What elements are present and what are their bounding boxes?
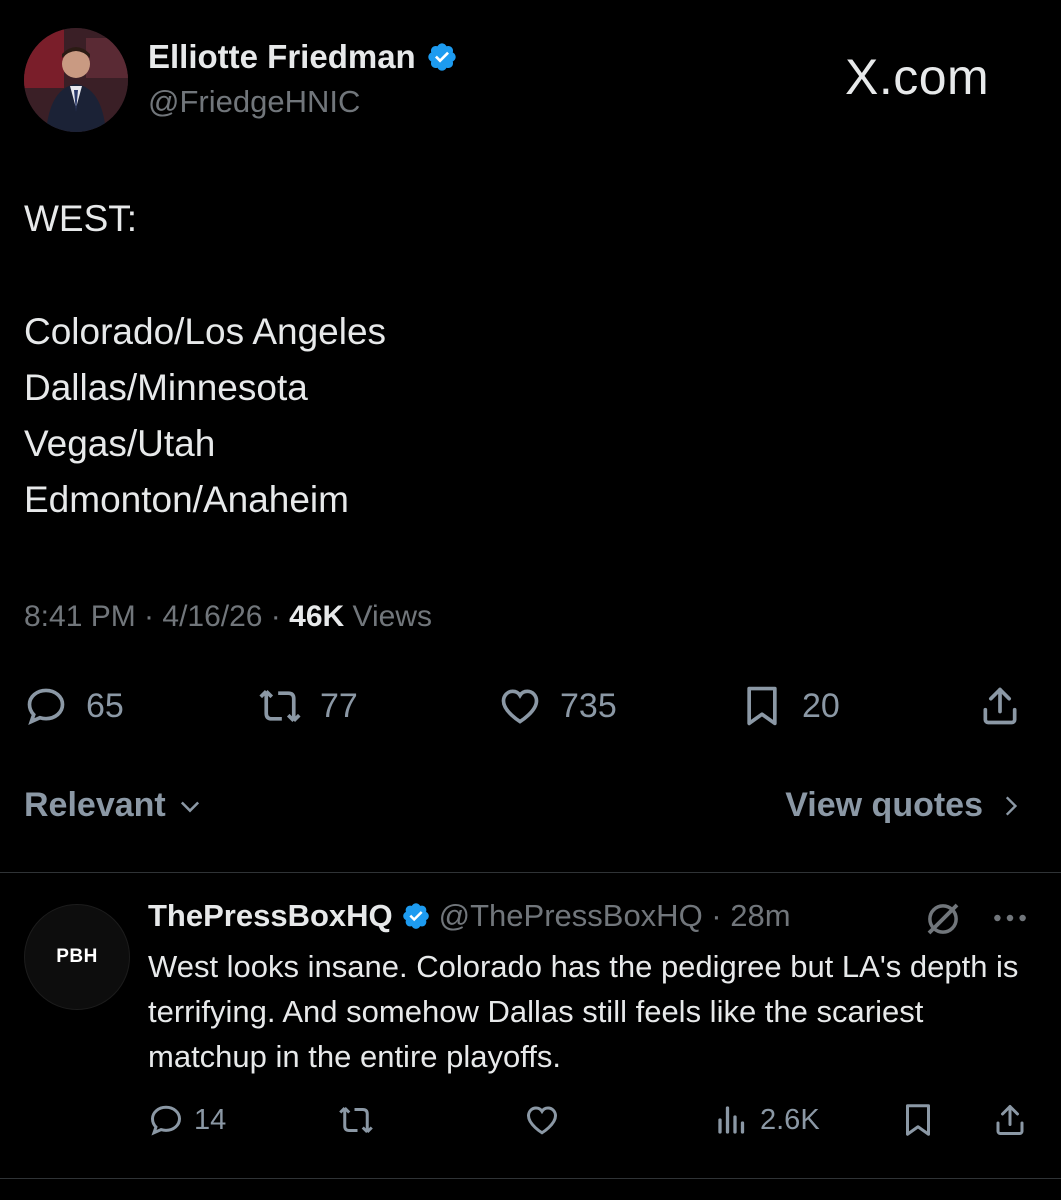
bookmark-icon <box>747 686 777 726</box>
like-icon <box>526 1106 558 1135</box>
repost-button[interactable]: 77 <box>258 680 358 732</box>
reply-avatar-text: PBH <box>56 946 98 967</box>
reply-icon <box>150 1105 182 1136</box>
divider <box>0 872 1061 873</box>
bookmark-icon <box>906 1104 930 1136</box>
reply-reply-count: 14 <box>194 1103 227 1136</box>
verified-badge-icon <box>402 903 429 929</box>
reply-views-count: 2.6K <box>760 1103 820 1136</box>
repost-count: 77 <box>320 686 358 725</box>
sort-dropdown[interactable]: Relevant <box>24 786 204 825</box>
share-icon <box>996 1105 1024 1135</box>
repost-icon <box>259 690 301 722</box>
tweet-meta: 8:41 PM · 4/16/26 · 46K Views <box>24 600 432 634</box>
reply-header: ThePressBoxHQ @ThePressBoxHQ · 28m <box>148 898 791 934</box>
reply-views-button[interactable]: 2.6K <box>714 1098 820 1142</box>
reply-button[interactable]: 65 <box>24 680 124 732</box>
tweet-timestamp[interactable]: 8:41 PM · 4/16/26 · <box>24 600 289 633</box>
verified-badge-icon <box>428 43 456 71</box>
reply-handle-time[interactable]: @ThePressBoxHQ · 28m <box>439 898 791 934</box>
divider <box>0 1178 1061 1179</box>
reply-share-button[interactable] <box>992 1098 1028 1142</box>
view-quotes-link[interactable]: View quotes <box>785 786 1023 825</box>
sort-label: Relevant <box>24 786 166 824</box>
repost-icon <box>339 1106 373 1134</box>
author-name-text[interactable]: Elliotte Friedman <box>148 38 416 76</box>
share-button[interactable] <box>978 680 1022 732</box>
reply-like-button[interactable] <box>524 1098 560 1142</box>
chevron-down-icon <box>180 801 199 812</box>
reply-bookmark-button[interactable] <box>900 1098 936 1142</box>
bookmark-count: 20 <box>802 686 840 725</box>
grok-icon <box>927 903 959 935</box>
brand-watermark: X.com <box>845 49 990 105</box>
like-button[interactable]: 735 <box>498 680 617 732</box>
share-icon <box>983 687 1017 725</box>
reply-icon <box>27 688 65 725</box>
reply-text: West looks insane. Colorado has the pedi… <box>148 949 1019 1074</box>
avatar-photo <box>24 28 128 132</box>
author-handle[interactable]: @FriedgeHNIC <box>148 84 360 120</box>
grok-button[interactable] <box>922 898 964 945</box>
reply-count: 65 <box>86 686 124 725</box>
tweet-line: Colorado/Los Angeles <box>24 311 387 352</box>
reply-repost-button[interactable] <box>338 1098 374 1142</box>
views-count: 46K <box>289 600 345 633</box>
views-icon <box>718 1106 745 1134</box>
like-icon <box>501 689 539 724</box>
reply-author-name[interactable]: ThePressBoxHQ <box>148 898 393 934</box>
like-count: 735 <box>560 686 617 725</box>
author-name[interactable]: Elliotte Friedman <box>148 38 458 76</box>
tweet-line: Dallas/Minnesota <box>24 367 308 408</box>
view-quotes-label: View quotes <box>785 786 983 824</box>
reply-reply-button[interactable]: 14 <box>148 1098 226 1142</box>
tweet-line: Edmonton/Anaheim <box>24 479 349 520</box>
views-label: Views <box>344 600 433 633</box>
chevron-right-icon <box>1005 795 1018 816</box>
author-avatar[interactable] <box>24 28 128 132</box>
reply-avatar[interactable]: PBH <box>24 904 130 1010</box>
bookmark-button[interactable]: 20 <box>740 680 840 732</box>
tweet-line: Vegas/Utah <box>24 423 216 464</box>
more-button[interactable] <box>988 900 1032 941</box>
more-icon <box>994 914 1026 922</box>
tweet-line: WEST: <box>24 198 138 239</box>
